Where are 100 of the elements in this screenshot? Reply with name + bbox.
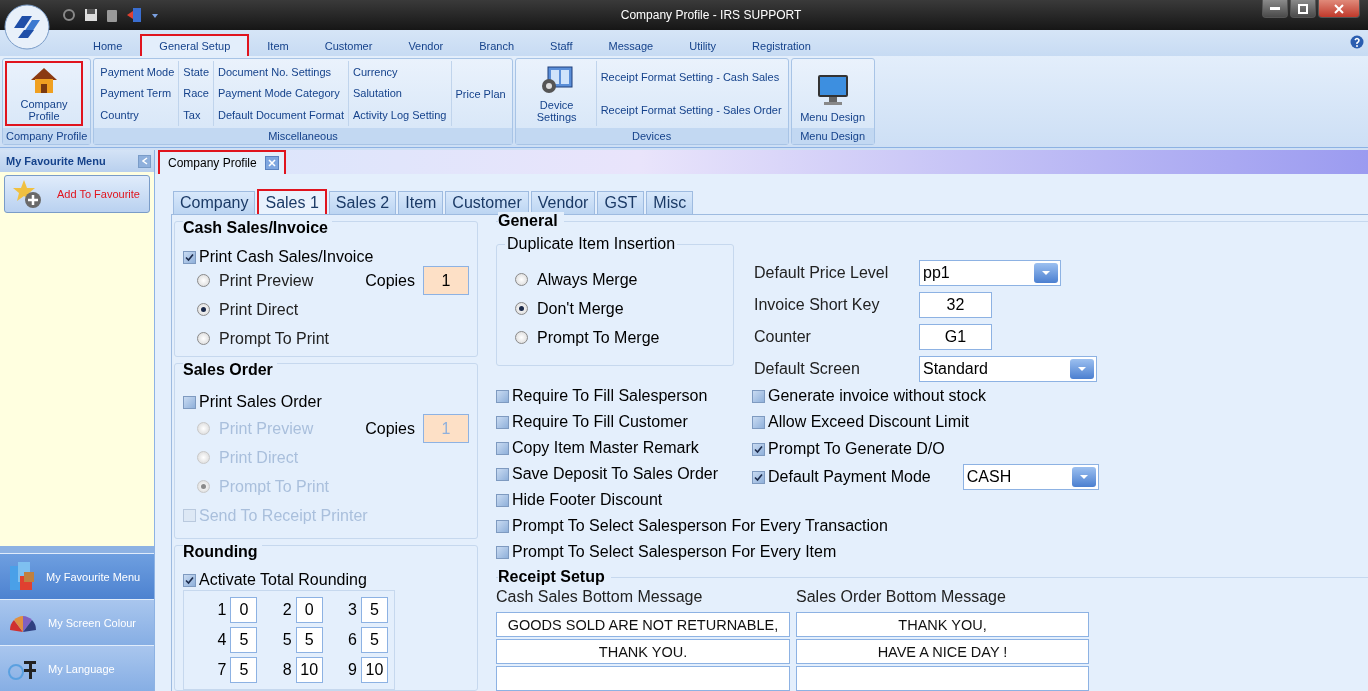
checkbox[interactable] — [496, 415, 509, 429]
add-favourite-button[interactable]: Add To Favourite — [4, 175, 150, 213]
ribbon-tab[interactable]: Home — [75, 34, 141, 56]
checkbox[interactable] — [752, 470, 765, 484]
exit-icon[interactable] — [126, 7, 142, 23]
refresh-icon[interactable] — [62, 8, 76, 22]
minimize-button[interactable] — [1262, 0, 1288, 18]
splitter-handle[interactable] — [0, 546, 154, 553]
checkbox[interactable] — [496, 545, 509, 559]
settings-tab[interactable]: GST — [597, 191, 645, 214]
ribbon-button[interactable]: Menu Design — [793, 61, 872, 126]
close-button[interactable] — [1318, 0, 1360, 18]
checkbox[interactable] — [496, 389, 509, 403]
rounding-field[interactable]: 0 — [230, 597, 258, 623]
ribbon-link[interactable]: Payment Mode Category — [218, 85, 344, 102]
ribbon-link[interactable]: Activity Log Setting — [352, 107, 447, 124]
restore-button[interactable] — [1290, 0, 1316, 18]
close-tab-button[interactable] — [264, 156, 279, 170]
message-line-field[interactable] — [796, 666, 1089, 691]
settings-tab[interactable]: Customer — [445, 191, 529, 214]
window-title: Company Profile - IRS SUPPORT — [619, 8, 803, 22]
dropdown-field[interactable]: pp1 — [919, 259, 1061, 286]
checkbox[interactable] — [752, 389, 765, 403]
rounding-field[interactable]: 5 — [295, 627, 323, 653]
ribbon-link[interactable]: Price Plan — [455, 85, 506, 102]
ribbon-tab[interactable]: Staff — [532, 34, 591, 56]
rounding-field[interactable]: 10 — [361, 657, 388, 683]
settings-tab[interactable]: Vendor — [530, 191, 596, 214]
ribbon-link[interactable]: Receipt Format Setting - Sales Order — [600, 101, 782, 118]
checkbox-label: Activate Total Rounding — [199, 571, 367, 589]
radio-button[interactable] — [515, 331, 528, 344]
message-line-field[interactable]: THANK YOU. — [496, 639, 790, 664]
radio-button[interactable] — [197, 332, 210, 345]
text-field[interactable]: G1 — [919, 323, 992, 350]
ribbon-link[interactable]: Tax — [183, 107, 209, 124]
ribbon-link[interactable]: Payment Term — [100, 85, 175, 102]
checkbox[interactable] — [496, 493, 509, 507]
rounding-field[interactable]: 10 — [295, 657, 323, 683]
dropdown-field[interactable]: Standard — [919, 355, 1097, 382]
ribbon-link[interactable]: Salutation — [352, 85, 447, 102]
ribbon-button[interactable]: Company Profile — [5, 61, 83, 126]
trash-icon[interactable] — [106, 8, 118, 22]
field-label: Default Screen — [754, 359, 861, 378]
ribbon-link[interactable]: Country — [100, 107, 175, 124]
ribbon-tab[interactable]: Registration — [734, 34, 829, 56]
rounding-field[interactable]: 5 — [361, 627, 388, 653]
ribbon-link[interactable]: Document No. Settings — [218, 63, 344, 80]
checkbox[interactable] — [183, 573, 196, 587]
rounding-field[interactable]: 5 — [230, 657, 258, 683]
message-line-field[interactable]: HAVE A NICE DAY ! — [796, 639, 1089, 664]
rounding-field[interactable]: 5 — [230, 627, 258, 653]
dropdown-field[interactable]: CASH — [962, 464, 1099, 490]
checkbox-label: Print Cash Sales/Invoice — [199, 248, 374, 266]
radio-button[interactable] — [197, 274, 210, 287]
message-line-field[interactable] — [496, 666, 790, 691]
document-tab[interactable]: Company Profile — [158, 150, 286, 174]
ribbon-tab[interactable]: Utility — [671, 34, 735, 56]
ribbon-link[interactable]: Payment Mode — [100, 63, 175, 80]
ribbon-tab[interactable]: General Setup — [140, 34, 250, 56]
checkbox[interactable] — [496, 519, 509, 533]
radio-button[interactable] — [197, 303, 210, 316]
ribbon-tab[interactable]: Branch — [461, 34, 533, 56]
caret-icon — [1078, 474, 1089, 480]
copies-label: Copies — [365, 271, 415, 290]
rounding-field[interactable]: 5 — [361, 597, 388, 623]
checkbox-label: Allow Exceed Discount Limit — [768, 413, 969, 431]
group-title: Company Profile — [3, 128, 91, 144]
text-field[interactable]: 32 — [919, 291, 992, 318]
checkbox[interactable] — [752, 442, 765, 456]
ribbon-link[interactable]: State — [183, 63, 209, 80]
rounding-label: 5 — [282, 631, 292, 649]
settings-tab[interactable]: Sales 2 — [328, 191, 397, 214]
message-line-field[interactable]: GOODS SOLD ARE NOT RETURNABLE, — [496, 612, 790, 637]
ribbon-link[interactable]: Receipt Format Setting - Cash Sales — [600, 69, 782, 86]
copies-field[interactable]: 1 — [423, 266, 469, 295]
copies-label: Copies — [365, 419, 415, 438]
settings-tab[interactable]: Sales 1 — [257, 189, 327, 214]
ribbon-link[interactable]: Default Document Format — [218, 107, 344, 124]
settings-tab[interactable]: Company — [173, 191, 256, 214]
settings-tab[interactable]: Item — [398, 191, 444, 214]
checkbox[interactable] — [496, 441, 509, 455]
monitor-icon — [815, 73, 850, 107]
save-icon[interactable] — [84, 8, 98, 22]
checkbox[interactable] — [183, 250, 196, 264]
checkbox[interactable] — [752, 415, 765, 429]
ribbon-link[interactable]: Currency — [352, 63, 447, 80]
radio-button[interactable] — [515, 273, 528, 286]
ribbon-link[interactable]: Race — [183, 85, 209, 102]
rounding-field[interactable]: 0 — [295, 597, 323, 623]
ribbon-tab[interactable]: Customer — [306, 34, 391, 56]
ribbon-tab[interactable]: Item — [249, 34, 307, 56]
message-line-field[interactable]: THANK YOU, — [796, 612, 1089, 637]
collapse-button[interactable] — [138, 154, 151, 168]
checkbox[interactable] — [496, 467, 509, 481]
ribbon-tab[interactable]: Vendor — [390, 34, 462, 56]
ribbon-button[interactable]: Device Settings — [517, 61, 596, 126]
radio-button[interactable] — [515, 302, 528, 315]
settings-tab[interactable]: Misc — [646, 191, 694, 214]
ribbon-tab[interactable]: Message — [590, 34, 672, 56]
help-icon[interactable] — [1350, 35, 1364, 49]
